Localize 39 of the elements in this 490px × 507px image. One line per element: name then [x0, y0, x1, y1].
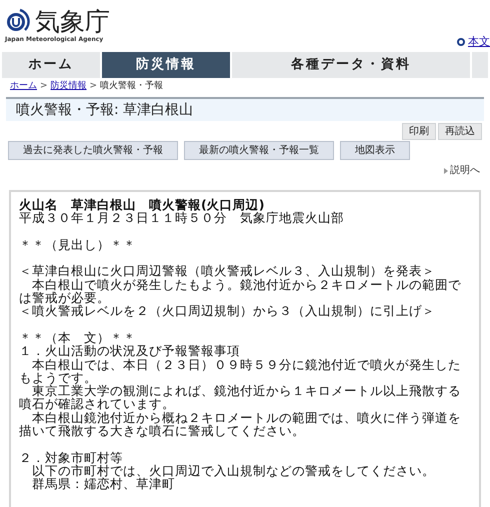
bulletin-line: 本白根山では、本日（２３日）０９時５９分に鏡池付近で噴火が発生した [31, 358, 462, 371]
triangle-icon [444, 168, 448, 174]
bulletin-line: ＊＊（本 文）＊＊ [19, 330, 137, 344]
help-link[interactable]: 説明へ [450, 163, 480, 178]
bulletin-line: は警戒が必要。 [19, 291, 110, 304]
breadcrumb-link[interactable]: 防災情報 [50, 80, 87, 94]
bulletin-line: ＜噴火警戒レベルを２（火口周辺規制）から３（入山規制）に引上げ＞ [19, 304, 436, 318]
action-button[interactable]: 地図表示 [340, 141, 410, 160]
nav-tab[interactable]: 各種データ・資料 [232, 52, 470, 78]
breadcrumb-link[interactable]: ホーム [10, 80, 37, 94]
tool-button[interactable]: 印刷 [402, 123, 436, 140]
bulletin-line: 描いて飛散する大きな噴石に警戒してください。 [19, 424, 306, 438]
nav-tab[interactable]: 防災情報 [102, 52, 230, 78]
action-button[interactable]: 最新の噴火警報・予報一覧 [184, 141, 334, 160]
tool-button[interactable]: 再読込 [438, 123, 482, 140]
bulletin-line: 本白根山で噴火が発生したもよう。鏡池付近から２キロメートルの範囲で [31, 278, 462, 292]
breadcrumb-current: 噴火警報・予報 [100, 80, 164, 94]
skip-link[interactable]: 本文 [468, 34, 490, 50]
bulletin-line: 本白根山鏡池付近から概ね２キロメートルの範囲では、噴火に伴う弾道を [32, 410, 462, 424]
bulletin-title: 火山名 草津白根山 噴火警報(火口周辺) [19, 198, 266, 212]
bulletin-line: ＜草津白根山に火口周辺警報（噴火警戒レベル３、入山規制）を発表＞ [19, 264, 436, 278]
action-button[interactable]: 過去に発表した噴火警報・予報 [8, 141, 178, 160]
bullet-icon [457, 38, 465, 46]
nav-tab[interactable] [472, 52, 488, 78]
bulletin-line: ＊＊（見出し）＊＊ [19, 238, 137, 252]
bulletin-line: 平成３０年１月２３日１１時５０分 気象庁地震火山部 [19, 211, 345, 225]
bulletin-line: 東京工業大学の観測によれば、鏡池付近から１キロメートル以上飛散する [32, 384, 462, 398]
emblem-icon [5, 8, 31, 34]
bulletin-line: １．火山活動の状況及び予報警報事項 [19, 344, 241, 358]
breadcrumb-separator: > [90, 80, 98, 94]
page-title: 噴火警報・予報: 草津白根山 [6, 97, 484, 121]
bulletin-line: 群馬県：嬬恋村、草津町 [31, 477, 176, 491]
bulletin-line: 噴石が確認されています。 [19, 397, 176, 411]
bulletin-line: 以下の市町村では、火口周辺で入山規制などの警戒をしてください。 [31, 464, 436, 478]
bulletin-line: もようです。 [19, 370, 97, 384]
bulletin-line: ２．対象市町村等 [19, 450, 124, 464]
nav-tab[interactable]: ホーム [2, 52, 100, 78]
breadcrumb-separator: > [40, 80, 48, 94]
logo-text: 気象庁 [35, 8, 110, 34]
